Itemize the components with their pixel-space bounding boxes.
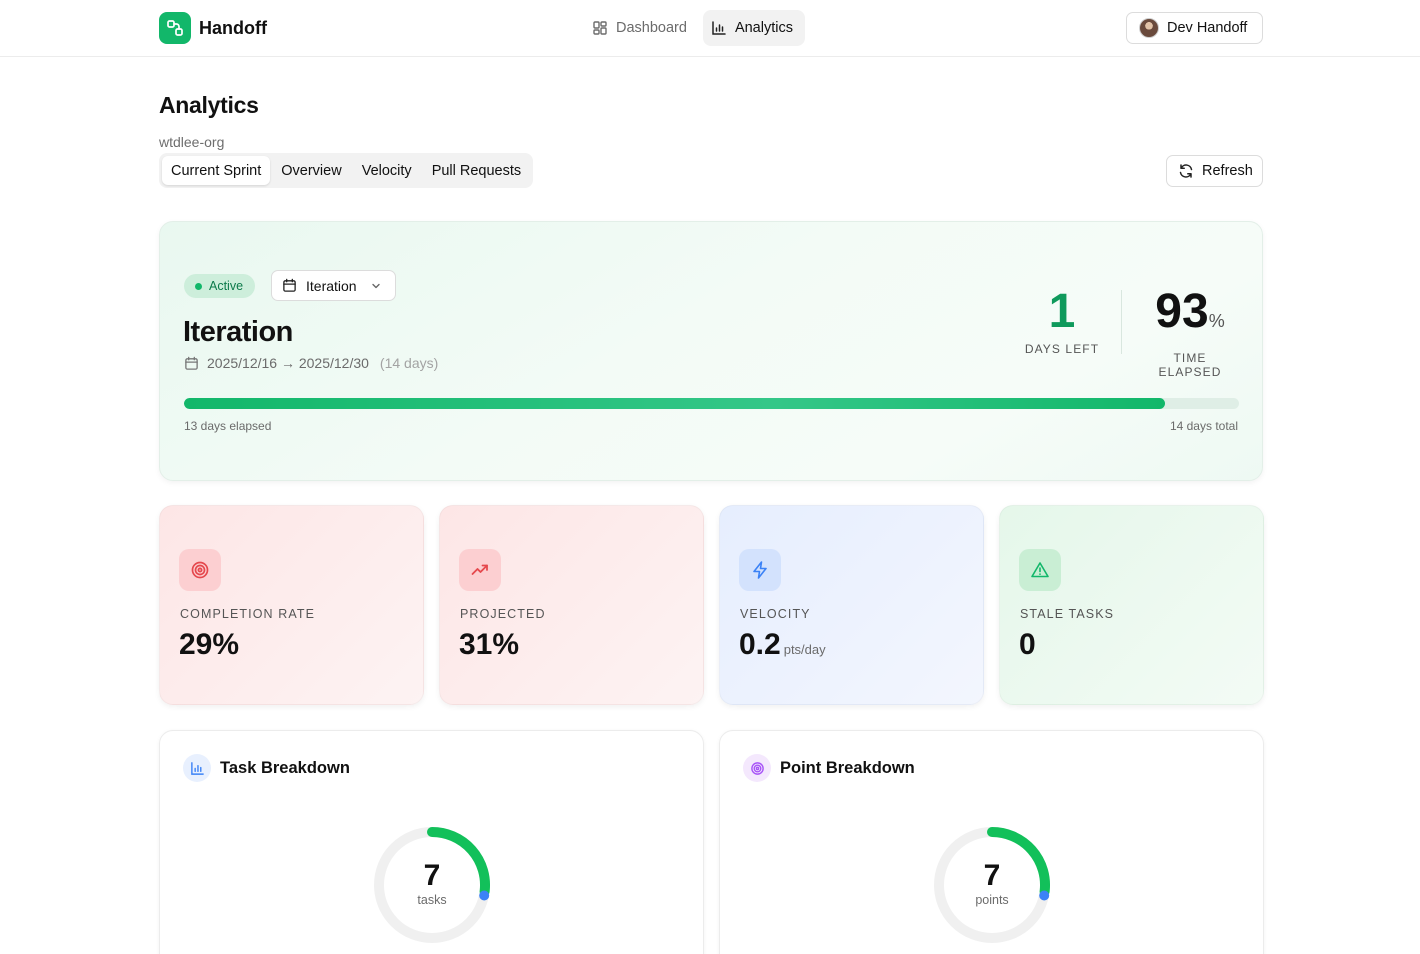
time-elapsed-stat: 93% TIME ELAPSED [1140, 282, 1240, 379]
point-breakdown-card: Point Breakdown 7 points [719, 730, 1264, 954]
metric-value: 31% [459, 628, 520, 661]
donut-unit: tasks [417, 893, 447, 907]
main-nav: Dashboard Analytics [584, 10, 805, 46]
trending-up-icon [459, 549, 501, 591]
status-badge: Active [184, 274, 256, 298]
warning-triangle-icon [1019, 549, 1061, 591]
days-elapsed-label: 13 days elapsed [184, 419, 272, 433]
projected-card: PROJECTED 31% [439, 505, 704, 705]
status-dot-icon [195, 282, 202, 290]
tab-pull-requests[interactable]: Pull Requests [423, 156, 530, 185]
sprint-date-range: 2025/12/16 → 2025/12/30 (14 days) [184, 355, 438, 371]
time-elapsed-value: 93 [1155, 285, 1209, 338]
target-icon [743, 754, 771, 782]
sprint-progress-bar [184, 398, 1239, 409]
target-icon [179, 549, 221, 591]
tab-overview[interactable]: Overview [272, 156, 350, 185]
donut-total: 7 [983, 859, 1001, 892]
calendar-icon [283, 278, 296, 292]
panel-title: Point Breakdown [780, 758, 915, 777]
stat-divider [1121, 290, 1122, 354]
metric-value: 0 [1019, 628, 1036, 661]
sprint-summary-card: Active Iteration Iteration 2025/12/16 → … [159, 221, 1263, 481]
panel-title: Task Breakdown [220, 758, 350, 777]
nav-item-label: Dashboard [616, 20, 687, 36]
status-label: Active [209, 279, 244, 293]
metric-label: COMPLETION RATE [180, 607, 316, 621]
analytics-tabs: Current Sprint Overview Velocity Pull Re… [159, 153, 534, 188]
sprint-duration: (14 days) [379, 355, 439, 371]
task-breakdown-card: Task Breakdown 7 tasks [159, 730, 704, 954]
stale-tasks-card: STALE TASKS 0 [999, 505, 1264, 705]
user-name: Dev Handoff [1167, 20, 1248, 36]
nav-item-analytics[interactable]: Analytics [702, 10, 805, 46]
bar-chart-icon [712, 21, 726, 35]
handoff-logo-icon [159, 12, 191, 44]
metric-label: STALE TASKS [1020, 607, 1115, 621]
date-range-text: 2025/12/16 → 2025/12/30 [207, 355, 369, 371]
top-navigation-bar: Handoff Dashboard Analytics Dev Handoff [0, 0, 1420, 57]
metric-value: 0.2 [739, 628, 781, 661]
dashboard-grid-icon [593, 21, 607, 35]
sprint-title: Iteration [183, 316, 293, 348]
iteration-select[interactable]: Iteration [271, 270, 396, 301]
days-left-value: 1 [1048, 285, 1076, 338]
donut-center: 7 points [932, 859, 1052, 907]
time-elapsed-label: TIME ELAPSED [1158, 351, 1222, 379]
chevron-down-icon [371, 283, 380, 288]
completion-rate-card: COMPLETION RATE 29% [159, 505, 424, 705]
lightning-icon [739, 549, 781, 591]
brand[interactable]: Handoff [159, 12, 267, 44]
user-menu-button[interactable]: Dev Handoff [1126, 12, 1263, 44]
avatar [1139, 18, 1159, 38]
refresh-label: Refresh [1202, 163, 1253, 179]
brand-name: Handoff [199, 17, 267, 38]
metric-unit: pts/day [783, 642, 826, 657]
days-total-label: 14 days total [1169, 419, 1238, 433]
refresh-icon [1179, 164, 1193, 178]
nav-item-dashboard[interactable]: Dashboard [584, 10, 699, 46]
donut-unit: points [975, 893, 1009, 907]
iteration-select-value: Iteration [306, 277, 357, 294]
nav-item-label: Analytics [734, 20, 793, 36]
page-title: Analytics [159, 92, 259, 118]
calendar-icon [185, 356, 198, 370]
org-name: wtdlee-org [159, 134, 225, 150]
donut-total: 7 [423, 859, 441, 892]
time-elapsed-unit: % [1208, 311, 1225, 331]
metric-label: VELOCITY [740, 607, 811, 621]
days-left-label: DAYS LEFT [1024, 342, 1100, 356]
metric-value: 29% [179, 628, 240, 661]
sprint-progress-fill [184, 398, 1166, 409]
velocity-card: VELOCITY 0.2 pts/day [719, 505, 984, 705]
tab-velocity[interactable]: Velocity [353, 156, 421, 185]
tab-current-sprint[interactable]: Current Sprint [162, 156, 271, 185]
days-left-stat: 1 DAYS LEFT [1015, 282, 1109, 356]
donut-center: 7 tasks [372, 859, 492, 907]
metric-label: PROJECTED [460, 607, 546, 621]
refresh-button[interactable]: Refresh [1166, 155, 1263, 187]
bar-chart-icon [183, 754, 211, 782]
